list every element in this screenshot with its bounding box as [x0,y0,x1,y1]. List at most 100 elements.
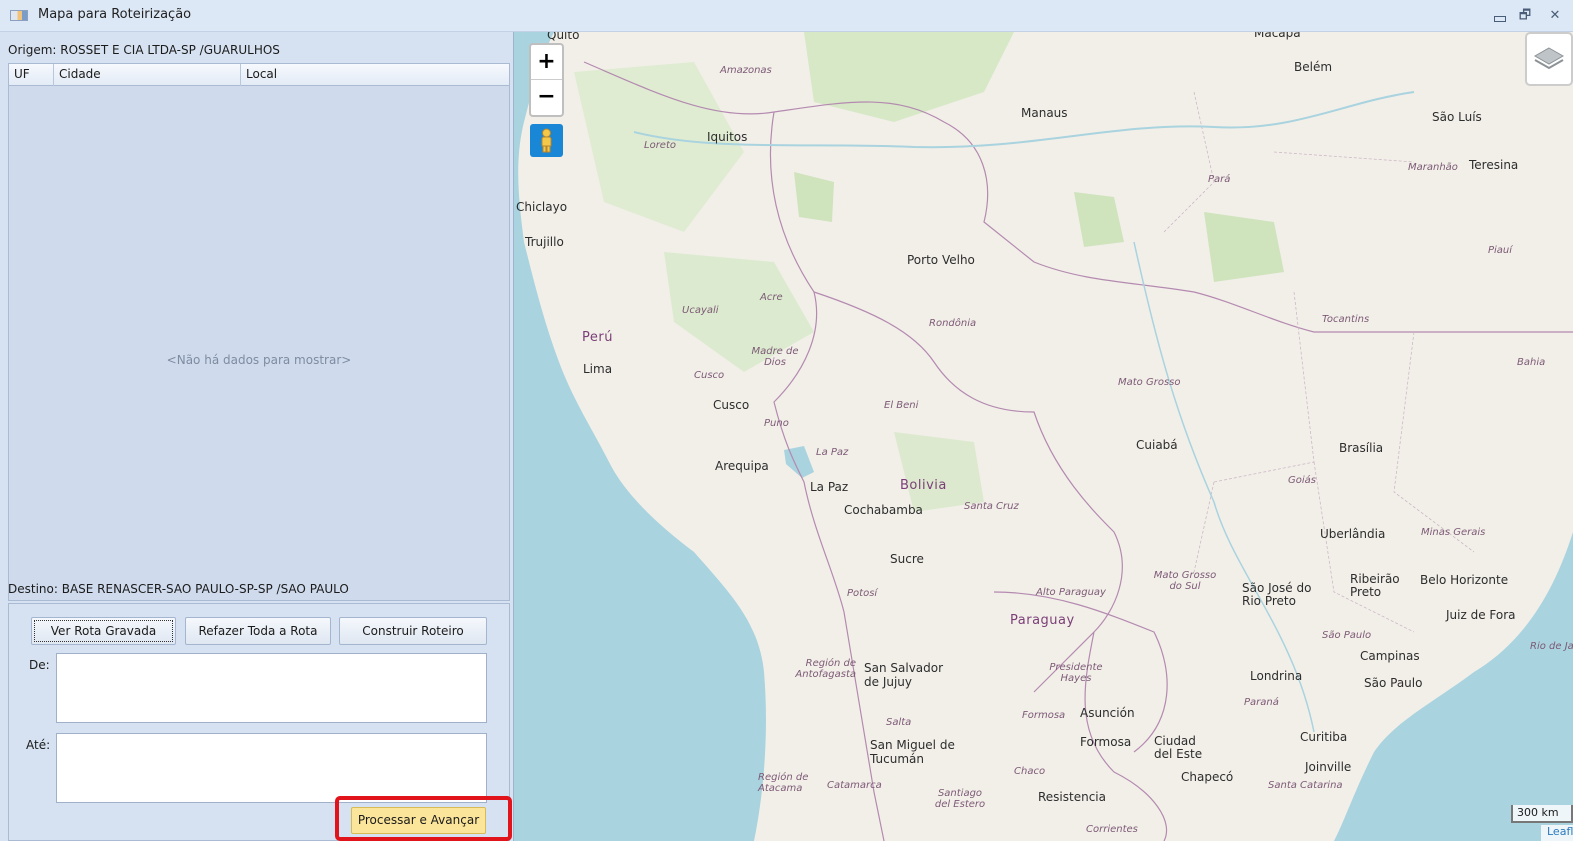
map-label-city: Trujillo [525,235,564,249]
map-label-city: Lima [583,362,613,376]
map-label-city: Ribeirão Preto [1350,572,1400,599]
column-divider [53,64,54,86]
map-scale: 300 km [1511,805,1573,823]
map-label-region: Amazonas [720,65,772,76]
map-label-city: Brasília [1339,441,1384,455]
map-label-region: Rondônia [929,318,977,329]
map-label-city: Chiclayo [516,200,568,214]
map-label-region: Santiago del Estero [934,788,986,810]
map-label-region: Puno [764,418,789,429]
map-label-region: Salta [886,717,912,728]
map-label-region: Potosí [847,588,878,599]
map-label-region: Minas Gerais [1421,527,1486,538]
map-label-city: Belo Horizonte [1420,573,1509,587]
map-view[interactable]: Quito Iquitos Chiclayo Trujillo Lima Cus… [514,32,1573,841]
build-itinerary-button[interactable]: Construir Roteiro [339,617,487,645]
minimize-button[interactable] [1488,6,1510,26]
column-header-local[interactable]: Local [246,67,277,81]
person-icon [541,128,552,153]
view-saved-route-button[interactable]: Ver Rota Gravada [31,617,176,645]
map-label-city: Uberlândia [1320,527,1386,541]
map-label-city: São Luís [1432,110,1482,124]
empty-grid-message: <Não há dados para mostrar> [166,353,352,367]
column-header-cidade[interactable]: Cidade [59,67,101,81]
map-label-city: Curitiba [1300,730,1348,744]
map-label-city: Cusco [713,398,750,412]
map-label-city: Asunción [1080,706,1135,720]
map-label-region: Rio de Janeiro [1530,641,1573,652]
to-textarea[interactable] [56,733,487,803]
map-label-city: Quito [547,32,580,42]
to-label: Até: [26,738,51,752]
layers-icon [1533,47,1565,70]
map-label-country: Perú [582,330,613,345]
route-panel: Origem: ROSSET E CIA LTDA-SP /GUARULHOS … [0,32,514,841]
map-label-region: Cusco [694,370,725,381]
map-label-city: Juiz de Fora [1446,608,1516,622]
map-label-region: Ucayali [682,305,719,316]
map-label-city: San Salvador de Jujuy [864,661,944,689]
destination-label: Destino: BASE RENASCER-SAO PAULO-SP-SP /… [8,582,349,596]
map-label-region: La Paz [816,447,849,458]
column-header-uf[interactable]: UF [14,67,30,81]
map-label-region: Catamarca [827,780,882,791]
stops-grid[interactable]: UF Cidade Local <Não há dados para mostr… [8,63,510,601]
map-label-city: Campinas [1360,649,1420,663]
map-label-region: Madre de Dios [751,346,799,368]
map-label-region: Bahia [1517,357,1546,368]
zoom-control: + − [529,43,564,117]
layers-button[interactable] [1525,32,1573,86]
map-label-region: Loreto [644,140,676,151]
map-label-city: Belém [1294,60,1333,74]
map-label-region: Mato Grosso [1118,377,1181,388]
redo-route-button[interactable]: Refazer Toda a Rota [185,617,331,645]
window-title: Mapa para Roteirização [38,7,192,22]
title-bar: Mapa para Roteirização 🗗 ✕ [0,0,1573,32]
map-label-city: Porto Velho [907,253,975,267]
from-label: De: [29,658,50,672]
close-button[interactable]: ✕ [1544,6,1566,26]
process-and-advance-button[interactable]: Processar e Avançar [351,807,486,834]
app-icon [10,10,28,21]
map-label-region: Acre [760,292,783,303]
grid-header: UF Cidade Local [9,64,509,86]
map-label-region: Mato Grosso do Sul [1153,570,1217,592]
map-label-city: Londrina [1250,669,1303,683]
map-label-city: Iquitos [707,130,748,144]
map-label-region: Presidente Hayes [1049,662,1103,684]
map-label-region: Santa Cruz [964,501,1019,512]
map-label-region: Piauí [1488,245,1513,256]
map-label-city: La Paz [810,480,849,494]
map-label-city: Chapecó [1181,770,1234,784]
map-label-region: Tocantins [1322,314,1370,325]
map-label-city: Resistencia [1038,790,1106,804]
map-label-city: San Miguel de Tucumán [870,738,955,766]
map-label-region: Corrientes [1086,824,1138,835]
map-label-region: El Beni [884,400,919,411]
map-label-region: Región de Antofagasta [795,658,856,680]
map-label-region: Alto Paraguay [1036,587,1106,598]
from-textarea[interactable] [56,653,487,723]
map-label-city: Formosa [1080,735,1132,749]
map-label-city: Arequipa [715,459,769,473]
map-label-region: Región de Atacama [758,772,809,794]
map-label-city: Cuiabá [1136,438,1178,452]
map-label-region: Santa Catarina [1268,780,1343,791]
map-label-region: São Paulo [1322,630,1372,641]
origin-label: Origem: ROSSET E CIA LTDA-SP /GUARULHOS [8,43,280,57]
map-label-city: Cochabamba [844,503,923,517]
map-attribution-link[interactable]: Leaflet [1541,825,1573,841]
map-label-region: Paraná [1244,697,1279,708]
route-actions-box: Ver Rota Gravada Refazer Toda a Rota Con… [8,604,510,841]
map-label-country: Paraguay [1010,613,1075,628]
forest-area [1204,212,1284,282]
map-label-city: Ciudad del Este [1154,734,1203,761]
map-label-country: Bolivia [900,478,947,493]
zoom-out-button[interactable]: − [531,80,562,115]
map-label-region: Formosa [1022,710,1066,721]
map-label-city: Joinville [1305,760,1352,774]
street-view-pegman-icon[interactable] [530,124,563,157]
zoom-in-button[interactable]: + [531,45,562,80]
restore-button[interactable]: 🗗 [1514,6,1536,26]
map-label-region: Maranhão [1408,162,1458,173]
